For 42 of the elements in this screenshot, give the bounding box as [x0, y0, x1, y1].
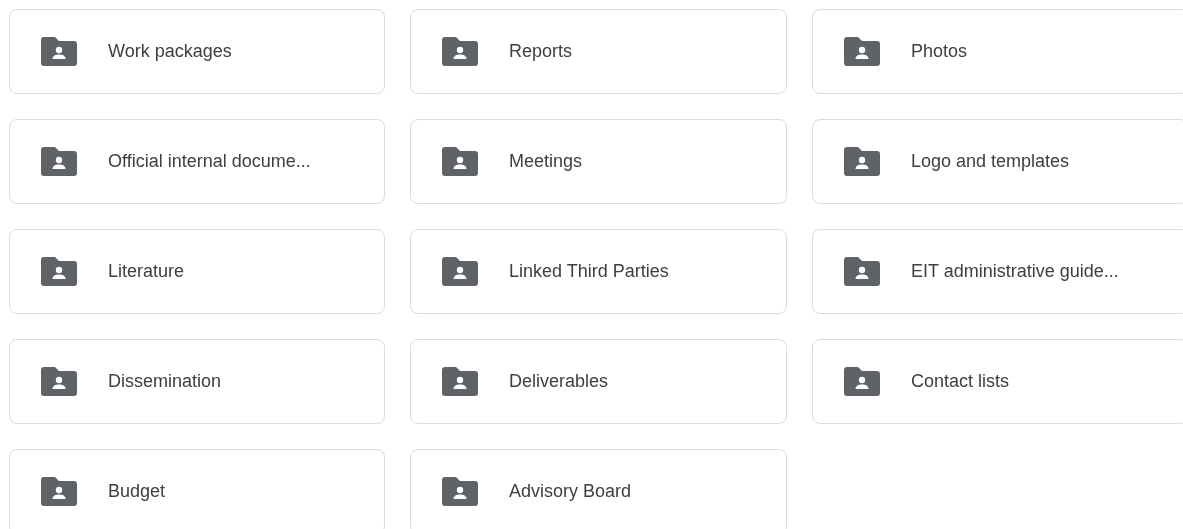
folder-name: Budget	[108, 480, 166, 503]
folder-name: Official internal docume...	[108, 150, 311, 173]
shared-folder-icon	[41, 477, 77, 506]
folder-name: Meetings	[509, 150, 583, 173]
shared-folder-icon	[442, 367, 478, 396]
folder-name: Photos	[911, 40, 968, 63]
folder-card[interactable]: Literature	[9, 229, 385, 314]
folder-name: Reports	[509, 40, 573, 63]
folder-card[interactable]: Linked Third Parties	[410, 229, 787, 314]
shared-folder-icon	[844, 257, 880, 286]
folder-card[interactable]: Official internal docume...	[9, 119, 385, 204]
shared-folder-icon	[844, 367, 880, 396]
folder-card[interactable]: Deliverables	[410, 339, 787, 424]
shared-folder-icon	[442, 477, 478, 506]
folder-name: Logo and templates	[911, 150, 1070, 173]
shared-folder-icon	[844, 37, 880, 66]
folder-card[interactable]: Contact lists	[812, 339, 1183, 424]
folder-card[interactable]: Dissemination	[9, 339, 385, 424]
folder-name: Work packages	[108, 40, 232, 63]
shared-folder-icon	[844, 147, 880, 176]
folder-name: Dissemination	[108, 370, 222, 393]
folder-card[interactable]: Advisory Board	[410, 449, 787, 529]
folder-name: Advisory Board	[509, 480, 632, 503]
folder-card[interactable]: Logo and templates	[812, 119, 1183, 204]
shared-folder-icon	[41, 367, 77, 396]
folder-card[interactable]: Photos	[812, 9, 1183, 94]
folder-name: Deliverables	[509, 370, 609, 393]
shared-folder-icon	[41, 257, 77, 286]
folder-name: EIT administrative guide...	[911, 260, 1119, 283]
shared-folder-icon	[442, 147, 478, 176]
shared-folder-icon	[442, 257, 478, 286]
shared-folder-icon	[41, 147, 77, 176]
folder-card[interactable]: Meetings	[410, 119, 787, 204]
folder-card[interactable]: Work packages	[9, 9, 385, 94]
folder-name: Contact lists	[911, 370, 1010, 393]
folder-name: Literature	[108, 260, 185, 283]
folder-card[interactable]: EIT administrative guide...	[812, 229, 1183, 314]
folder-card[interactable]: Budget	[9, 449, 385, 529]
folder-name: Linked Third Parties	[509, 260, 669, 283]
folder-card[interactable]: Reports	[410, 9, 787, 94]
shared-folder-icon	[41, 37, 77, 66]
shared-folder-icon	[442, 37, 478, 66]
